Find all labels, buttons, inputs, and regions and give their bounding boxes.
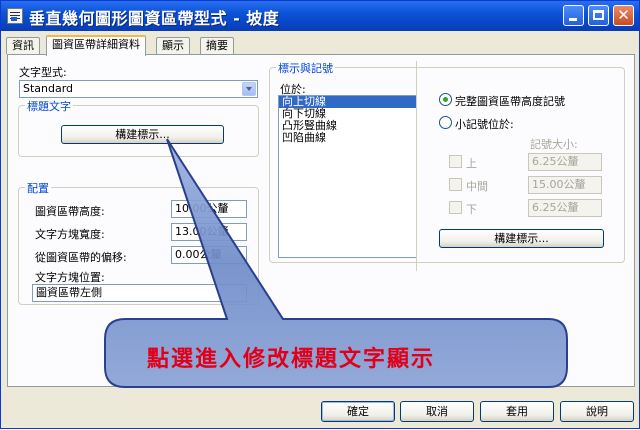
apply-button[interactable]: 套用: [480, 401, 554, 422]
textbox-width-label: 文字方塊寬度:: [35, 228, 105, 241]
markers-group-title: 標示與記號: [276, 60, 335, 76]
check-bottom[interactable]: [449, 201, 462, 214]
maximize-button[interactable]: [588, 5, 609, 26]
title-text-group-title: 標題文字: [25, 98, 73, 114]
text-style-label: 文字型式:: [19, 66, 67, 79]
textbox-width-input[interactable]: 13.00公釐: [171, 223, 247, 241]
chevron-down-icon[interactable]: [242, 82, 256, 96]
radio-full-height-label: 完整圖資區帶高度記號: [455, 95, 565, 108]
app-icon: [7, 8, 23, 24]
tab-summary[interactable]: 摘要: [200, 37, 234, 54]
tab-display[interactable]: 顯示: [156, 37, 190, 54]
build-label-button[interactable]: 構建標示...: [61, 125, 224, 144]
config-group-title: 配置: [25, 180, 51, 196]
middle-size-input[interactable]: 15.00公釐: [528, 176, 602, 194]
radio-full-height[interactable]: [439, 93, 452, 106]
tab-info[interactable]: 資訊: [6, 37, 40, 54]
check-bottom-label: 下: [466, 203, 477, 216]
marker-size-label: 記號大小:: [530, 138, 578, 151]
minimize-icon: [569, 18, 577, 21]
close-button[interactable]: ✕: [613, 5, 634, 26]
title-bar[interactable]: 垂直幾何圖形圖資區帶型式 - 坡度 ✕: [1, 1, 639, 31]
top-size-input[interactable]: 6.25公釐: [528, 153, 602, 171]
textbox-position-label: 文字方塊位置:: [35, 271, 105, 284]
ok-button[interactable]: 確定: [321, 401, 395, 422]
list-item-concave-curve[interactable]: 凹陷曲線: [279, 132, 416, 144]
check-top-label: 上: [466, 157, 477, 170]
band-offset-label: 從圖資區帶的偏移:: [35, 251, 127, 264]
dialog-window: 垂直幾何圖形圖資區帶型式 - 坡度 ✕ 資訊 圖資區帶詳細資料 顯示 摘要 文字…: [0, 0, 640, 429]
help-button[interactable]: 說明: [560, 401, 634, 422]
text-style-select[interactable]: Standard: [19, 80, 258, 98]
vertical-divider: [416, 61, 417, 271]
callout-text: 點選進入修改標題文字顯示: [147, 346, 436, 372]
build-marker-button[interactable]: 構建標示...: [439, 229, 604, 248]
check-top[interactable]: [449, 155, 462, 168]
check-middle[interactable]: [449, 178, 462, 191]
textbox-position-select[interactable]: 圖資區帶左側: [32, 284, 247, 302]
tab-band-details[interactable]: 圖資區帶詳細資料: [46, 35, 146, 56]
close-icon: ✕: [617, 6, 630, 24]
minimize-button[interactable]: [563, 5, 584, 26]
window-title: 垂直幾何圖形圖資區帶型式 - 坡度: [29, 9, 280, 28]
marker-location-list[interactable]: 向上切線 向下切線 凸形豎曲線 凹陷曲線: [278, 95, 417, 258]
band-height-input[interactable]: 10.00公釐: [171, 200, 247, 218]
maximize-icon: [593, 10, 604, 20]
radio-small-marker[interactable]: [439, 116, 452, 129]
check-middle-label: 中間: [466, 180, 488, 193]
text-style-value: Standard: [23, 82, 74, 95]
cancel-button[interactable]: 取消: [400, 401, 474, 422]
band-height-label: 圖資區帶高度:: [35, 205, 105, 218]
radio-small-marker-label: 小記號位於:: [455, 118, 514, 131]
bottom-size-input[interactable]: 6.25公釐: [528, 199, 602, 217]
band-offset-input[interactable]: 0.00公釐: [171, 246, 247, 264]
